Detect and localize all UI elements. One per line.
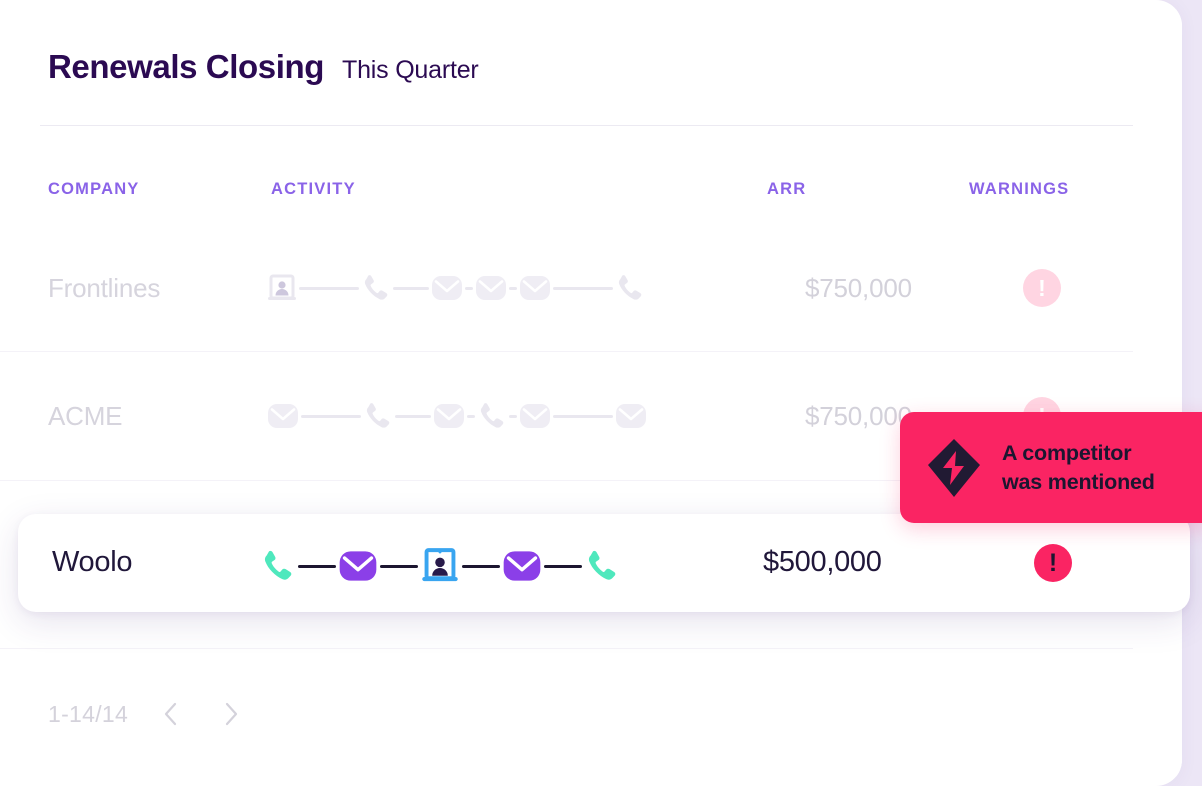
envelope-icon	[473, 270, 509, 306]
renewals-panel: Renewals Closing This Quarter COMPANY AC…	[0, 0, 1182, 786]
phone-icon[interactable]	[582, 546, 622, 586]
competitor-tooltip[interactable]: A competitor was mentioned	[900, 412, 1202, 523]
envelope-icon[interactable]	[336, 544, 380, 588]
timeline-connector	[298, 564, 336, 568]
row-activity-timeline	[258, 544, 622, 588]
envelope-icon	[429, 270, 465, 306]
phone-icon	[475, 399, 509, 433]
table-row[interactable]: Frontlines $750,000 !	[0, 253, 1133, 323]
chevron-right-icon[interactable]	[214, 697, 248, 731]
row-arr-value: $750,000	[805, 400, 912, 431]
timeline-connector	[380, 564, 418, 568]
row-warnings-cell[interactable]: !	[1000, 269, 1084, 307]
column-header-warnings[interactable]: WARNINGS	[969, 180, 1069, 199]
row-divider	[0, 351, 1133, 352]
timeline-connector	[395, 414, 431, 418]
envelope-icon	[517, 398, 553, 434]
envelope-icon	[613, 398, 649, 434]
timeline-connector	[467, 414, 475, 418]
timeline-connector	[299, 286, 359, 290]
column-header-arr[interactable]: ARR	[767, 180, 806, 199]
tooltip-line-1: A competitor	[1002, 441, 1132, 466]
chevron-left-icon[interactable]	[154, 697, 188, 731]
video-icon[interactable]	[418, 544, 462, 588]
phone-icon[interactable]	[258, 546, 298, 586]
phone-icon	[359, 271, 393, 305]
timeline-connector	[509, 414, 517, 418]
envelope-icon	[265, 398, 301, 434]
table-row-highlighted[interactable]: Woolo $500,000 !	[18, 514, 1190, 612]
title-secondary: This Quarter	[342, 56, 479, 84]
status-badge[interactable]: !	[1034, 544, 1072, 582]
timeline-connector	[553, 414, 613, 418]
tooltip-line-2: was mentioned	[1002, 469, 1155, 494]
row-company-name: ACME	[48, 400, 123, 431]
timeline-connector	[465, 286, 473, 290]
row-divider	[0, 648, 1133, 649]
panel-edge	[1176, 0, 1182, 786]
status-badge[interactable]: !	[1023, 269, 1061, 307]
column-header-activity[interactable]: ACTIVITY	[271, 180, 356, 199]
timeline-connector	[393, 286, 429, 290]
envelope-icon	[517, 270, 553, 306]
tooltip-message: A competitor was mentioned	[1002, 439, 1155, 496]
pagination-range: 1-14/14	[48, 700, 129, 727]
row-warnings-cell[interactable]: !	[1018, 544, 1088, 582]
timeline-connector	[462, 564, 500, 568]
timeline-connector	[544, 564, 582, 568]
row-company-name: Frontlines	[48, 272, 161, 303]
row-activity-timeline	[265, 270, 647, 306]
page-title: Renewals Closing This Quarter	[48, 48, 479, 86]
timeline-connector	[509, 286, 517, 290]
header-divider	[40, 125, 1133, 126]
video-icon	[265, 271, 299, 305]
row-company-name: Woolo	[52, 546, 133, 578]
competitor-alert-icon	[926, 437, 982, 499]
row-arr-value: $750,000	[805, 272, 912, 303]
timeline-connector	[301, 414, 361, 418]
row-activity-timeline	[265, 398, 649, 434]
phone-icon	[613, 271, 647, 305]
envelope-icon[interactable]	[500, 544, 544, 588]
pagination: 1-14/14	[48, 697, 248, 731]
column-header-company[interactable]: COMPANY	[48, 180, 140, 199]
envelope-icon	[431, 398, 467, 434]
row-arr-value: $500,000	[763, 546, 882, 578]
title-primary: Renewals Closing	[48, 48, 325, 85]
timeline-connector	[553, 286, 613, 290]
phone-icon	[361, 399, 395, 433]
